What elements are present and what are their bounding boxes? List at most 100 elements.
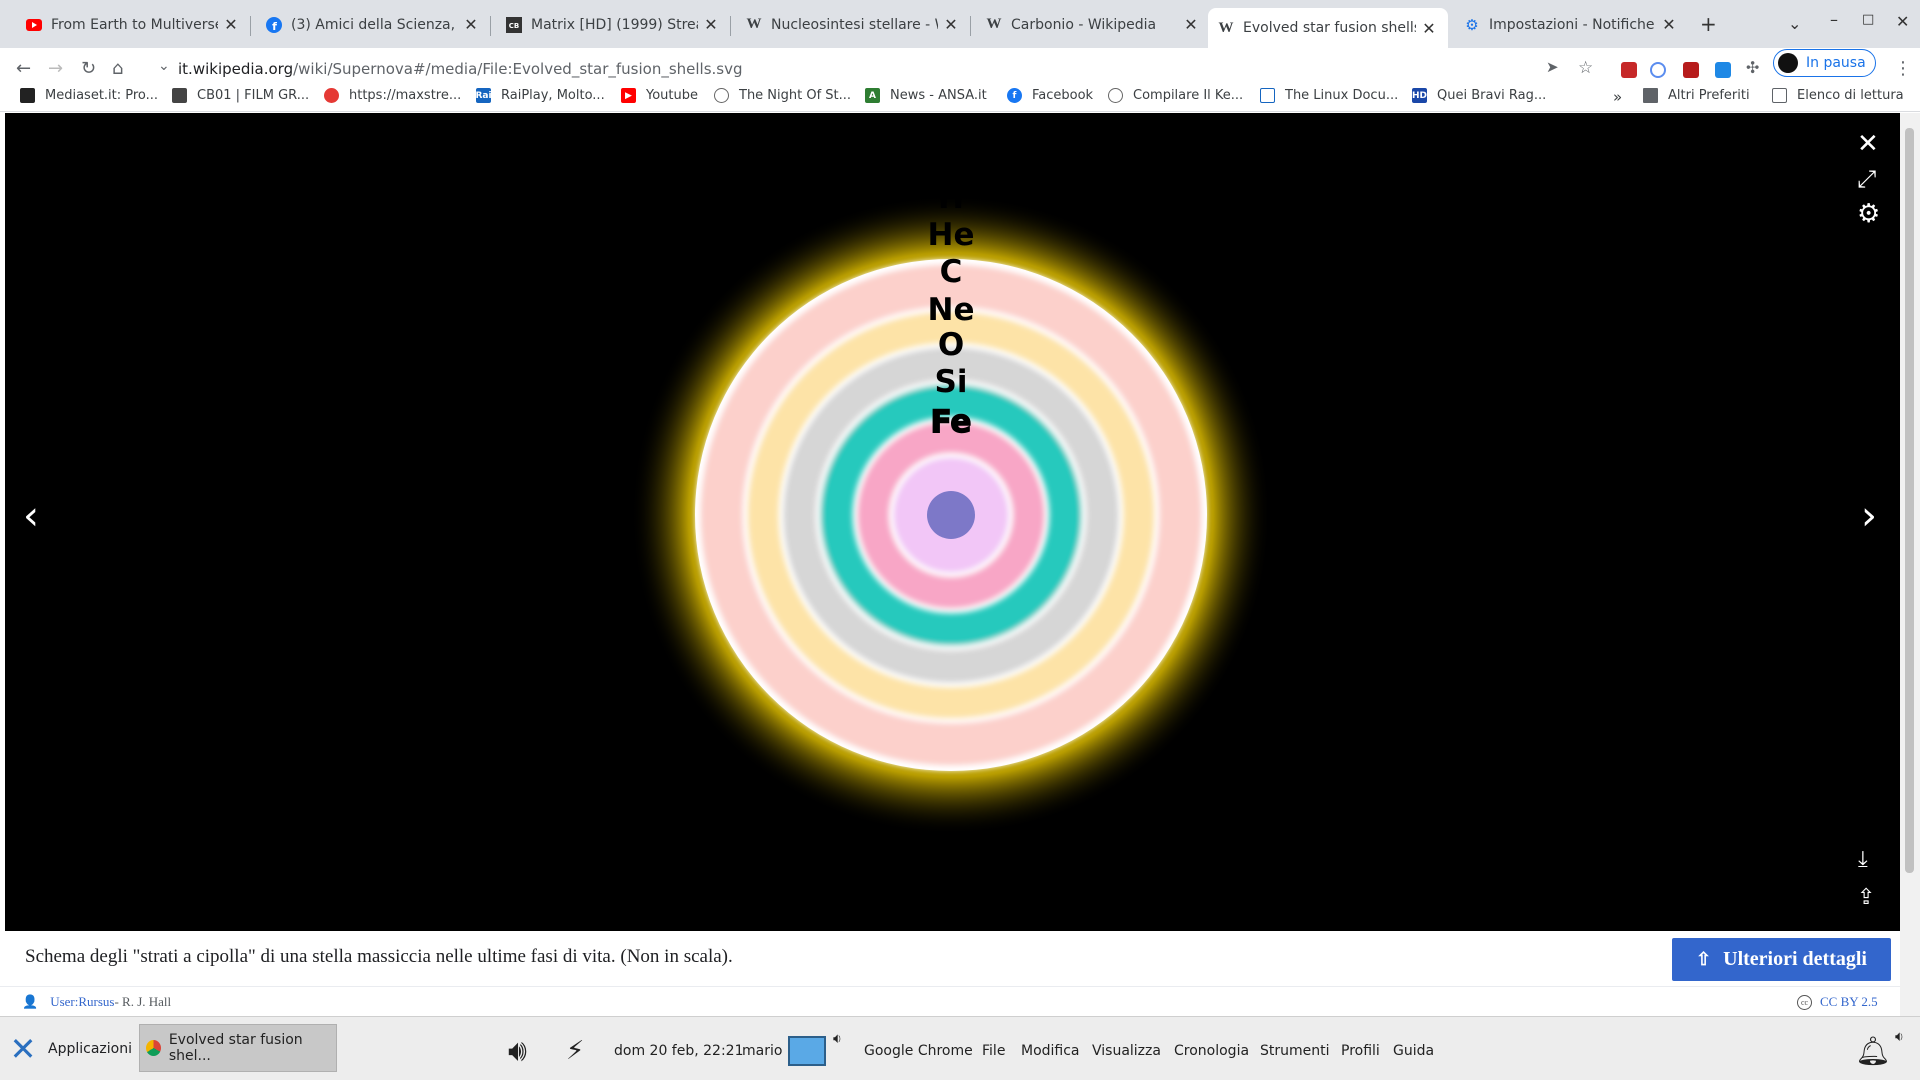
menu-guida[interactable]: Guida [1393, 1043, 1434, 1059]
menu-visualizza[interactable]: Visualizza [1092, 1043, 1161, 1059]
extension-s-icon[interactable] [1621, 62, 1637, 78]
close-tab-icon[interactable]: ✕ [1182, 15, 1200, 34]
profile-label: In pausa [1806, 55, 1866, 71]
close-tab-icon[interactable]: ✕ [462, 15, 480, 34]
tab-title: Carbonio - Wikipedia [1011, 16, 1157, 33]
back-icon[interactable]: ← [16, 58, 31, 79]
bookmark-star-icon[interactable]: ☆ [1578, 58, 1593, 78]
bookmark-ansa[interactable]: A News - ANSA.it [865, 88, 987, 103]
battery-icon[interactable]: ⚡ [566, 1036, 584, 1066]
fusion-shells-figure[interactable]: HHeCNeOSi Fe [5, 113, 1900, 931]
site-info-icon[interactable]: ⌄ [158, 58, 170, 74]
download-icon[interactable]: ⤓ [1858, 847, 1868, 872]
tab-search-icon[interactable]: ⌄ [1788, 14, 1801, 33]
bookmark-cb01[interactable]: CB01 | FILM GR... [172, 88, 309, 103]
taskbar-window-chrome[interactable]: Evolved star fusion shel... [139, 1024, 337, 1072]
previous-image-icon[interactable]: ‹ [23, 493, 39, 539]
more-details-button[interactable]: ⇧ Ulteriori dettagli [1672, 938, 1891, 981]
tab-evolved-star[interactable]: W Evolved star fusion shells ✕ [1208, 8, 1448, 48]
app-menu-title[interactable]: Google Chrome [864, 1043, 973, 1059]
hd-icon: HD [1412, 88, 1427, 103]
bookmark-folder-altri[interactable]: Altri Preferiti [1643, 88, 1750, 103]
scrollbar-thumb[interactable] [1905, 128, 1914, 873]
forward-icon[interactable]: → [48, 58, 63, 79]
share-icon[interactable]: ⇪ [1857, 885, 1875, 910]
bookmark-compilare[interactable]: Compilare Il Ke... [1108, 88, 1243, 103]
bookmark-facebook[interactable]: f Facebook [1007, 88, 1093, 103]
extension-cup-icon[interactable] [1715, 62, 1731, 78]
send-icon[interactable]: ➤ [1546, 58, 1559, 76]
menu-profili[interactable]: Profili [1341, 1043, 1380, 1059]
settings-gear-icon[interactable]: ⚙ [1857, 199, 1880, 229]
close-window-button[interactable]: ✕ [1896, 12, 1909, 31]
close-tab-icon[interactable]: ✕ [702, 15, 720, 34]
bookmark-maxstream[interactable]: https://maxstre... [324, 88, 461, 103]
applications-label: Applicazioni [48, 1041, 132, 1057]
applications-menu-button[interactable]: ✕ Applicazioni ⋮ [0, 1023, 149, 1075]
address-bar[interactable]: ⌄ it.wikipedia.org/wiki/Supernova#/media… [150, 52, 1590, 86]
minimize-button[interactable]: – [1830, 10, 1838, 29]
more-details-label: Ulteriori dettagli [1723, 948, 1867, 970]
cb01-icon [172, 88, 187, 103]
image-caption: Schema degli "strati a cipolla" di una s… [25, 946, 733, 967]
close-tab-icon[interactable]: ✕ [1420, 19, 1438, 38]
notification-bell-icon[interactable]: 🔔︎ [1855, 1035, 1891, 1068]
upload-icon: ⇧ [1696, 949, 1712, 969]
creative-commons-icon: cc [1797, 994, 1812, 1010]
license-link[interactable]: cc CC BY 2.5 [1797, 994, 1878, 1010]
more-bookmarks-label: » [1613, 88, 1623, 106]
label-c: C [940, 254, 963, 290]
profile-button[interactable]: In pausa [1773, 49, 1876, 77]
extension-circle-icon[interactable] [1650, 62, 1666, 78]
tab-amici-scienza[interactable]: f (3) Amici della Scienza, Fis ✕ [256, 10, 490, 39]
speaker-small-icon[interactable]: 🔉︎ [833, 1031, 842, 1047]
reading-list-button[interactable]: Elenco di lettura [1772, 88, 1904, 103]
taskbar-window-title: Evolved star fusion shel... [168, 1032, 303, 1064]
close-tab-icon[interactable]: ✕ [942, 15, 960, 34]
volume-icon[interactable]: 🔊︎ [508, 1034, 527, 1069]
home-icon[interactable]: ⌂ [112, 58, 123, 79]
reading-list-label: Elenco di lettura [1797, 88, 1904, 103]
menu-strumenti[interactable]: Strumenti [1260, 1043, 1330, 1059]
youtube-icon: ▶ [621, 88, 636, 103]
menu-cronologia[interactable]: Cronologia [1174, 1043, 1249, 1059]
tab-impostazioni[interactable]: ⚙ Impostazioni - Notifiche ✕ [1454, 10, 1688, 39]
avatar [1778, 53, 1798, 73]
globe-icon [1108, 88, 1123, 103]
extension-shield-icon[interactable] [1683, 62, 1699, 78]
speaker-tray-icon[interactable]: 🔉︎ [1895, 1029, 1904, 1045]
tab-divider [970, 16, 971, 36]
workspace-icon[interactable] [788, 1036, 826, 1066]
reading-list-icon [1772, 88, 1787, 103]
close-viewer-icon[interactable]: ✕ [1857, 129, 1879, 159]
clock[interactable]: dom 20 feb, 22:21 [614, 1043, 743, 1059]
label-h: H [938, 180, 964, 216]
bookmark-linux-docu[interactable]: The Linux Docu... [1260, 88, 1398, 103]
close-tab-icon[interactable]: ✕ [222, 15, 240, 34]
svg-text:f: f [272, 20, 277, 33]
more-bookmarks-button[interactable]: » [1613, 88, 1622, 106]
menu-modifica[interactable]: Modifica [1021, 1043, 1080, 1059]
bookmark-quei-bravi[interactable]: HD Quei Bravi Rag... [1412, 88, 1546, 103]
author-link[interactable]: User:Rursus [50, 994, 114, 1010]
fullscreen-icon[interactable]: ⤢ [1857, 165, 1876, 193]
user-name[interactable]: mario [742, 1043, 782, 1059]
tab-carbonio[interactable]: W Carbonio - Wikipedia ✕ [976, 10, 1210, 39]
new-tab-button[interactable]: + [1700, 12, 1717, 36]
shell-fe [927, 491, 975, 539]
bookmark-mediaset[interactable]: Mediaset.it: Pro... [20, 88, 158, 103]
mediaset-icon [20, 88, 35, 103]
tab-matrix[interactable]: CB Matrix [HD] (1999) Stream ✕ [496, 10, 730, 39]
close-tab-icon[interactable]: ✕ [1660, 15, 1678, 34]
maximize-button[interactable]: □ [1862, 12, 1874, 27]
kebab-menu-icon[interactable]: ⋮ [1894, 58, 1912, 79]
tab-nucleosintesi[interactable]: W Nucleosintesi stellare - Wi ✕ [736, 10, 970, 39]
next-image-icon[interactable]: › [1861, 493, 1877, 539]
extensions-puzzle-icon[interactable]: ✣ [1746, 58, 1759, 77]
tab-from-earth[interactable]: From Earth to Multiverse - ✕ [16, 10, 250, 39]
bookmark-raiplay[interactable]: Rai RaiPlay, Molto... [475, 88, 605, 103]
menu-file[interactable]: File [982, 1043, 1005, 1059]
reload-icon[interactable]: ↻ [81, 58, 96, 79]
bookmark-youtube[interactable]: ▶ Youtube [621, 88, 698, 103]
bookmark-night-of-st[interactable]: The Night Of St... [714, 88, 851, 103]
